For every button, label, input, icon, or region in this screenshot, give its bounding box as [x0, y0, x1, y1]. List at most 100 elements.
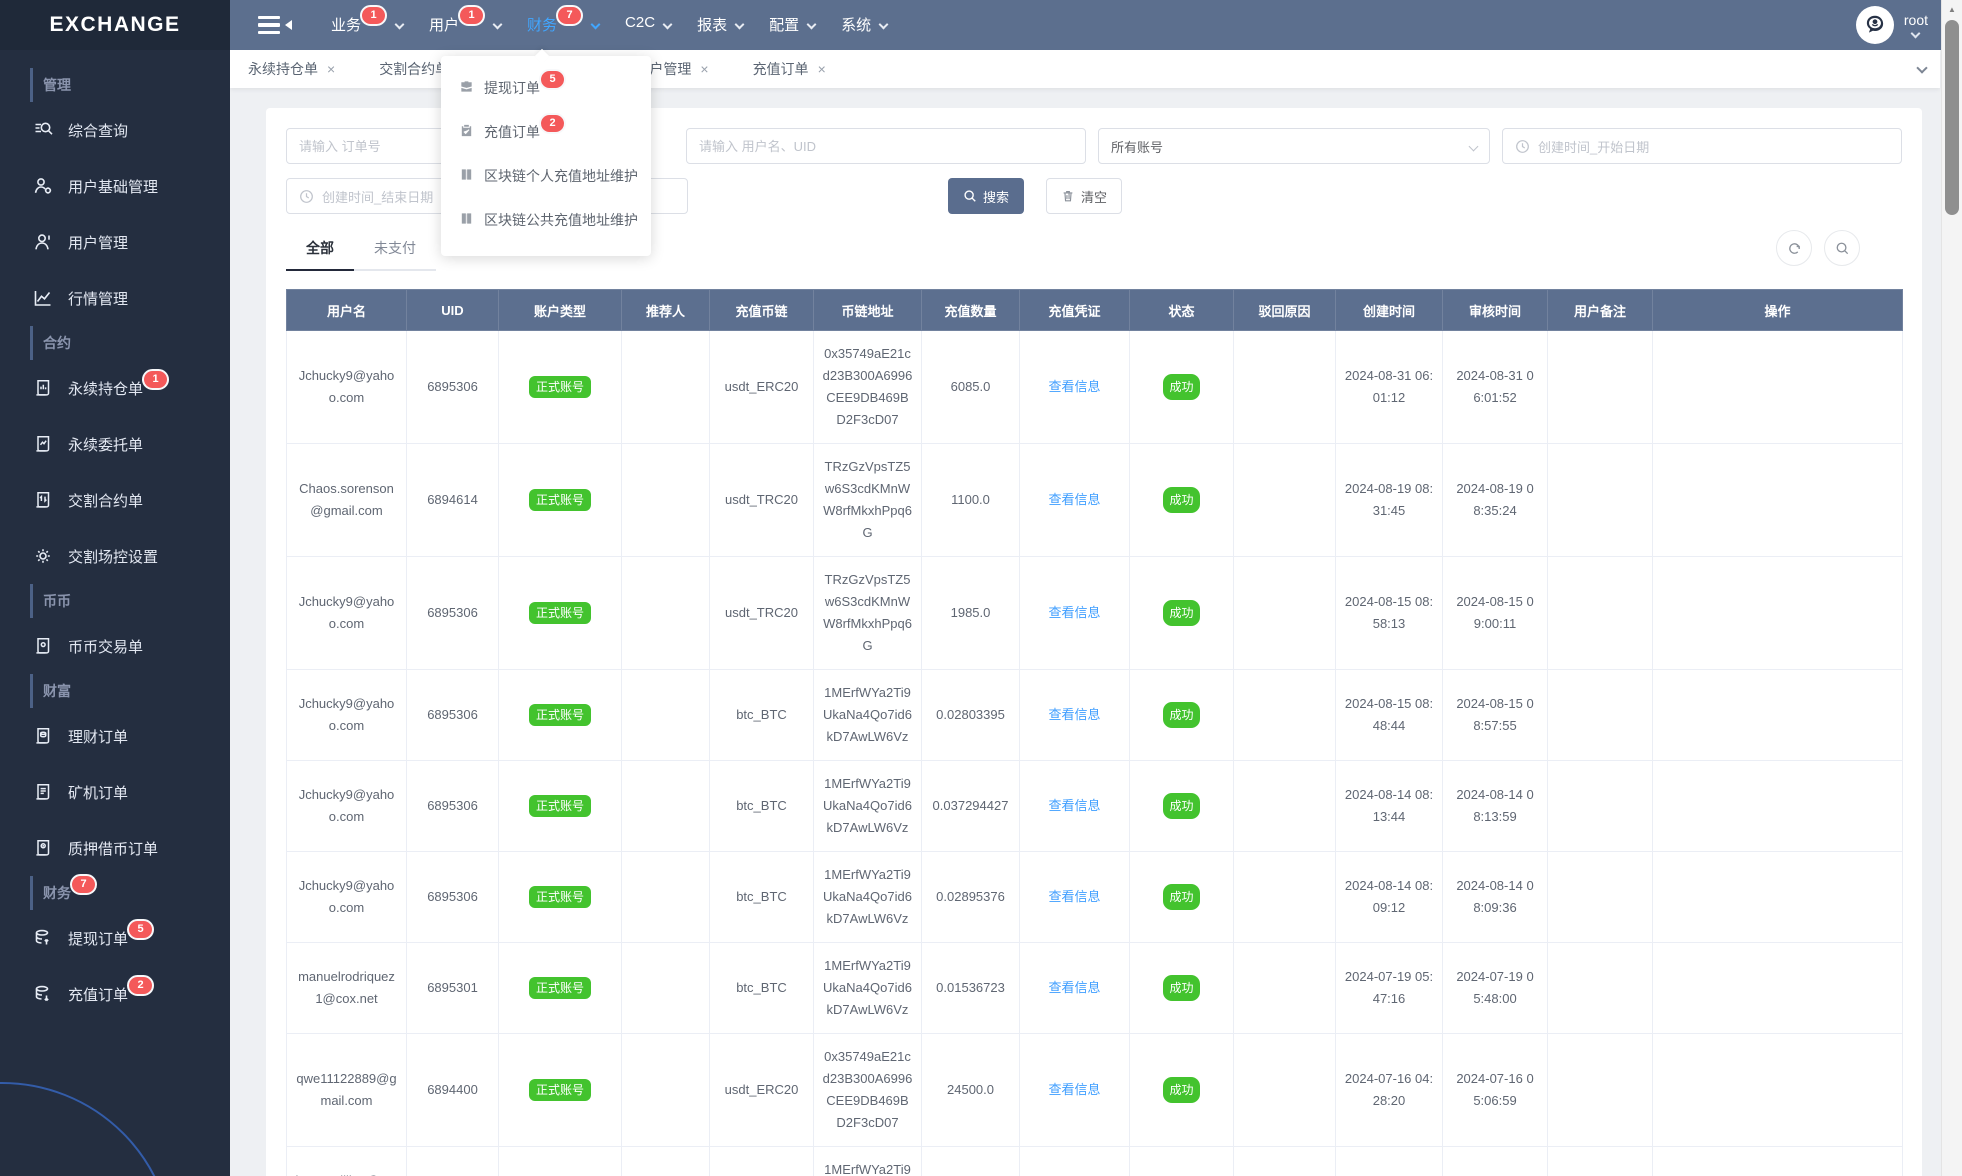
tab-close-icon[interactable]: ×: [818, 62, 826, 76]
sidebar-item-3-1[interactable]: 矿机订单: [0, 764, 230, 820]
cell-chain: usdt_TRC20: [709, 556, 814, 670]
sidebar-item-0-2[interactable]: 用户管理: [0, 214, 230, 270]
column-header: 操作: [1652, 289, 1903, 331]
start-date-input[interactable]: 创建时间_开始日期: [1502, 128, 1902, 164]
cell-actions: [1652, 851, 1903, 943]
nav-item-6[interactable]: 系统: [828, 0, 900, 50]
cell-chain: btc_BTC: [709, 942, 814, 1034]
nav-item-2[interactable]: 财务 7: [514, 0, 612, 50]
account-type-badge: 正式账号: [528, 489, 591, 511]
dropdown-item-3[interactable]: 区块链公共充值地址维护: [441, 198, 651, 242]
status-badge: 成功: [1163, 487, 1200, 513]
user-gear-icon: [32, 175, 54, 197]
cell-address: TRzGzVpsTZ5w6S3cdKMnWW8rfMkxhPpq6G: [813, 443, 922, 557]
sidebar-item-4-0[interactable]: 提现订单 5: [0, 910, 230, 966]
notification-badge: 7: [70, 873, 97, 895]
cell-address: 1MErfWYa2Ti9UkaNa4Qo7id6kD7AwLW6Vz: [813, 1146, 922, 1176]
sidebar-item-0-3[interactable]: 行情管理: [0, 270, 230, 326]
table-row: manuelrodriquez1@cox.net 6895301 正式账号 btc_B…: [286, 942, 1903, 1034]
chevron-down-icon: [806, 19, 817, 30]
view-voucher-link[interactable]: 查看信息: [1048, 980, 1100, 995]
page-tab-0[interactable]: 永续持仓单 ×: [248, 59, 335, 79]
sidebar-item-label: 交割合约单: [68, 492, 144, 510]
tab-close-icon[interactable]: ×: [700, 62, 708, 76]
table-row: Jchucky9@yahoo.com 6895306 正式账号 usdt_TRC20 T…: [286, 556, 1903, 670]
sidebar-item-1-3[interactable]: 交割场控设置: [0, 528, 230, 584]
sidebar-item-label: 用户基础管理: [68, 178, 159, 196]
column-search-button[interactable]: [1824, 230, 1860, 266]
sidebar-item-label: 充值订单: [68, 986, 129, 1004]
view-voucher-link[interactable]: 查看信息: [1048, 798, 1100, 813]
sidebar-item-2-0[interactable]: 币币交易单: [0, 618, 230, 674]
column-header: 币链地址: [813, 289, 922, 331]
collapse-menu-button[interactable]: [258, 15, 292, 35]
user-area[interactable]: root: [1855, 6, 1928, 44]
cell-referrer: [621, 1146, 710, 1176]
subtab-1[interactable]: 未支付: [354, 228, 436, 271]
sidebar-item-1-2[interactable]: 交割合约单: [0, 472, 230, 528]
nav-item-0[interactable]: 业务 1: [318, 0, 416, 50]
sidebar-item-1-0[interactable]: 永续持仓单 1: [0, 360, 230, 416]
sidebar-item-label: 矿机订单: [68, 784, 129, 802]
cell-uid: 6894400: [406, 1033, 499, 1147]
cell-account_type: 正式账号: [498, 1146, 622, 1176]
dropdown-item-0[interactable]: 提现订单 5: [441, 66, 651, 110]
cell-audited: 2024-08-15 08:57:55: [1442, 669, 1548, 761]
search-button[interactable]: 搜索: [948, 178, 1025, 214]
sidebar-item-3-2[interactable]: 质押借币订单: [0, 820, 230, 876]
tab-close-icon[interactable]: ×: [327, 62, 335, 76]
sidebar-item-0-1[interactable]: 用户基础管理: [0, 158, 230, 214]
dropdown-item-2[interactable]: 区块链个人充值地址维护: [441, 154, 651, 198]
scrollbar-thumb[interactable]: [1945, 20, 1959, 215]
cell-created: 2024-08-19 08:31:45: [1335, 443, 1443, 557]
nav-item-1[interactable]: 用户 1: [416, 0, 514, 50]
sidebar-item-3-0[interactable]: 理财订单: [0, 708, 230, 764]
doc-bars-icon: [32, 377, 54, 399]
cell-voucher: 查看信息: [1019, 942, 1130, 1034]
sidebar-item-0-0[interactable]: 综合查询: [0, 102, 230, 158]
sidebar: EXCHANGE 管理 综合查询 用户基础管理 用户管理 行情管理 合约 永续持仓单 1 永续委…: [0, 0, 230, 1176]
notification-badge: 1: [142, 368, 170, 390]
cell-referrer: [621, 851, 710, 943]
view-voucher-link[interactable]: 查看信息: [1048, 889, 1100, 904]
subtab-0[interactable]: 全部: [286, 228, 354, 271]
sidebar-item-1-1[interactable]: 永续委托单: [0, 416, 230, 472]
view-voucher-link[interactable]: 查看信息: [1048, 707, 1100, 722]
status-badge: 成功: [1163, 884, 1200, 910]
view-voucher-link[interactable]: 查看信息: [1048, 1082, 1100, 1097]
view-voucher-link[interactable]: 查看信息: [1048, 379, 1100, 394]
sidebar-item-4-1[interactable]: 充值订单 2: [0, 966, 230, 1022]
notification-badge: 7: [556, 5, 584, 26]
view-voucher-link[interactable]: 查看信息: [1048, 492, 1100, 507]
page-tab-3[interactable]: 充值订单 ×: [753, 59, 826, 79]
sidebar-decoration: [0, 1082, 174, 1176]
cell-remark: [1547, 556, 1653, 670]
sidebar-item-label: 质押借币订单: [68, 840, 159, 858]
nav-item-5[interactable]: 配置: [756, 0, 828, 50]
clear-button[interactable]: 清空: [1046, 178, 1123, 214]
sidebar-menu: 管理 综合查询 用户基础管理 用户管理 行情管理 合约 永续持仓单 1 永续委托单 交割合约单 交割…: [0, 50, 230, 1022]
cell-account_type: 正式账号: [498, 443, 622, 557]
dropdown-item-1[interactable]: 充值订单 2: [441, 110, 651, 154]
search-icon: [1836, 242, 1848, 254]
nav-item-3[interactable]: C2C: [612, 0, 684, 50]
status-subtabs: 全部 未支付: [286, 228, 436, 271]
cell-status: 成功: [1129, 851, 1234, 943]
nav-item-4[interactable]: 报表: [684, 0, 756, 50]
tabbar-chevron-down-icon[interactable]: [1916, 62, 1928, 74]
page-scrollbar[interactable]: ▲: [1941, 0, 1962, 1176]
cell-address: 1MErfWYa2Ti9UkaNa4Qo7id6kD7AwLW6Vz: [813, 851, 922, 943]
cell-uid: 6895306: [406, 556, 499, 670]
cell-reject_reason: [1233, 1146, 1336, 1176]
sidebar-item-label: 币币交易单: [68, 638, 144, 656]
cell-reject_reason: [1233, 669, 1336, 761]
column-header: 用户名: [286, 289, 407, 331]
refresh-button[interactable]: [1776, 230, 1812, 266]
view-voucher-link[interactable]: 查看信息: [1048, 605, 1100, 620]
scroll-up-arrow-icon[interactable]: ▲: [1942, 0, 1962, 18]
account-type-select[interactable]: 所有账号: [1098, 128, 1490, 164]
cell-account_type: 正式账号: [498, 942, 622, 1034]
cell-status: 成功: [1129, 443, 1234, 557]
user-uid-input[interactable]: [686, 128, 1086, 164]
cell-voucher: 查看信息: [1019, 669, 1130, 761]
